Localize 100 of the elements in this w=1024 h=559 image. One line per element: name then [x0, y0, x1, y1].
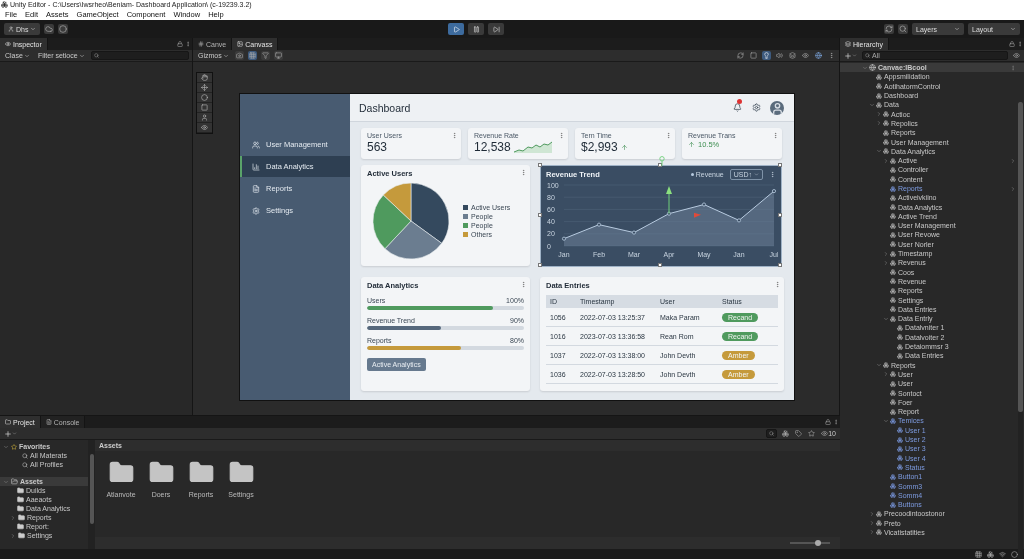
folder-icon: [17, 523, 24, 530]
lighting-button[interactable]: [762, 51, 771, 60]
stat-value: 563: [367, 140, 388, 154]
create-button[interactable]: [843, 50, 858, 61]
search-field[interactable]: [90, 51, 189, 60]
gameobject-icon: [897, 352, 903, 359]
scrollbar[interactable]: [88, 440, 95, 549]
gameobject-icon: [883, 129, 889, 136]
resize-handle[interactable]: [658, 263, 662, 267]
scrollbar[interactable]: [1018, 102, 1023, 559]
search-icon: [22, 452, 28, 459]
gameobject-icon: [890, 222, 896, 229]
page-title: Dashboard: [359, 101, 412, 114]
tag-icon: [795, 430, 803, 437]
pause-button[interactable]: [468, 23, 485, 35]
snap-button[interactable]: [260, 51, 270, 60]
lock-icon: [825, 419, 831, 425]
shading-button[interactable]: [234, 51, 244, 60]
cubes-icon: [987, 550, 994, 558]
gameobject-icon: [897, 445, 903, 452]
gameobject-icon: [890, 483, 896, 489]
audio-button[interactable]: [775, 51, 784, 60]
gameobject-icon: [890, 204, 896, 211]
rotate-tool[interactable]: [197, 93, 212, 103]
resize-handle[interactable]: [538, 213, 542, 217]
folder-icon: [17, 496, 24, 503]
cloud-button[interactable]: [44, 24, 55, 34]
figure-icon: [201, 114, 208, 121]
gameobject-icon: [876, 73, 882, 80]
resize-handle[interactable]: [778, 163, 782, 167]
resize-handle[interactable]: [538, 163, 542, 167]
eye-icon: [201, 124, 208, 131]
favorite-button[interactable]: [807, 429, 817, 438]
label-filter-button[interactable]: [794, 429, 804, 438]
resize-handle[interactable]: [538, 263, 542, 267]
step-button[interactable]: [488, 23, 505, 35]
resize-handle[interactable]: [778, 263, 782, 267]
layers-icon: [789, 52, 796, 59]
folder-icon: [18, 514, 25, 521]
circle-icon: [201, 94, 208, 101]
gameobject-icon: [890, 417, 896, 424]
more-icon: [833, 419, 839, 425]
signal-icon: [999, 550, 1006, 558]
settings-button[interactable]: [751, 102, 762, 113]
star-icon: [11, 443, 17, 450]
resize-handle[interactable]: [658, 163, 662, 167]
move-icon: [201, 84, 208, 91]
avatar[interactable]: [770, 100, 784, 115]
2d-button[interactable]: [749, 51, 758, 60]
console-icon: [45, 419, 52, 425]
type-filter-button[interactable]: [781, 429, 791, 438]
transform-tool[interactable]: [197, 113, 212, 123]
gameobject-icon: [890, 232, 896, 238]
rect-tool[interactable]: [197, 103, 212, 113]
caret-icon: [12, 431, 17, 436]
grid-icon: [248, 52, 256, 59]
circle-icon: [1011, 550, 1018, 558]
effects-button[interactable]: [788, 51, 797, 60]
visibility-button[interactable]: [801, 51, 810, 60]
notification-badge: [737, 98, 742, 104]
cubes-icon: [782, 430, 790, 437]
document-icon: [252, 184, 260, 193]
search-button[interactable]: [898, 24, 908, 34]
more-icon: [1017, 41, 1023, 47]
scene-camera-button[interactable]: [814, 51, 823, 60]
history-icon: [885, 25, 893, 33]
grid-button[interactable]: [247, 51, 257, 60]
settings-icon: [752, 103, 761, 112]
scene-visibility-button[interactable]: [1012, 51, 1021, 60]
move-tool[interactable]: [197, 83, 212, 93]
slider-thumb[interactable]: [815, 540, 821, 546]
view-tool[interactable]: [197, 123, 212, 133]
lock-icon: [1009, 41, 1015, 47]
hand-icon: [201, 74, 208, 81]
gameobject-icon: [883, 139, 889, 145]
gameobject-icon: [890, 492, 896, 499]
move-gizmo-drawing[interactable]: [666, 186, 701, 218]
search-field[interactable]: [766, 429, 778, 438]
gameobject-icon: [890, 250, 896, 257]
gameobject-icon: [876, 83, 882, 90]
pivot-gizmo[interactable]: [660, 156, 664, 166]
filter-icon: [261, 52, 269, 59]
play-button[interactable]: [448, 23, 465, 35]
notifications-button[interactable]: [732, 102, 743, 113]
collab-button[interactable]: [58, 24, 69, 34]
folder-icon: [5, 419, 11, 425]
gameobject-icon: [876, 529, 882, 536]
gameobject-icon: [890, 213, 896, 220]
history-button[interactable]: [884, 24, 894, 34]
create-button[interactable]: [3, 428, 18, 439]
gameobject-icon: [890, 166, 896, 173]
step-icon: [492, 25, 500, 33]
gameobject-icon: [890, 185, 896, 192]
eye-icon: [821, 430, 829, 437]
refresh-button[interactable]: [736, 51, 745, 60]
resize-handle[interactable]: [778, 213, 782, 217]
view-button[interactable]: [273, 51, 283, 60]
hand-tool[interactable]: [197, 73, 212, 83]
eye-icon: [802, 52, 809, 59]
star-icon: [808, 430, 816, 437]
